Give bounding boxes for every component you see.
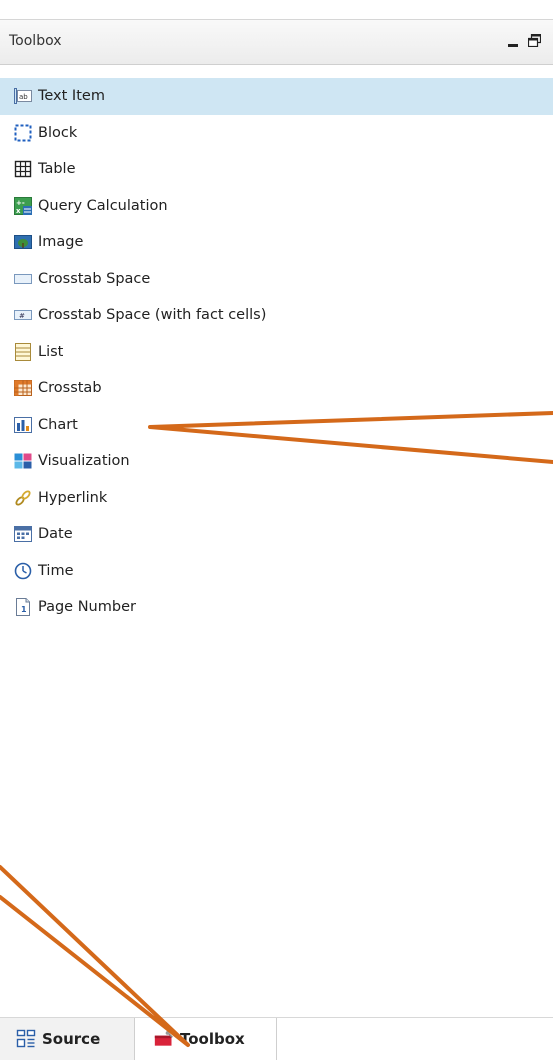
- tab-source-label: Source: [42, 1030, 101, 1048]
- toolbox-item-label: Crosstab Space (with fact cells): [38, 307, 267, 324]
- visualization-icon: [14, 452, 32, 470]
- toolbox-item-hyperlink[interactable]: Hyperlink: [0, 480, 553, 517]
- toolbox-item-label: Query Calculation: [38, 197, 168, 214]
- panel-header: Toolbox: [0, 20, 553, 65]
- table-icon: [14, 160, 32, 178]
- query-calculation-icon: +- x: [14, 196, 32, 215]
- toolbox-item-label: Text Item: [38, 88, 105, 105]
- crosstab-space-icon: [14, 270, 32, 288]
- chart-icon: [14, 416, 32, 434]
- source-icon: [16, 1029, 36, 1049]
- svg-text:x: x: [16, 207, 21, 215]
- panel-title: Toolbox: [9, 33, 62, 49]
- toolbox-item-label: Hyperlink: [38, 489, 108, 506]
- toolbox-item-crosstab[interactable]: Crosstab: [0, 370, 553, 407]
- toolbox-item-label: Time: [38, 562, 74, 579]
- toolbox-item-list: ab Text Item Block Table +- x Query Calc…: [0, 78, 553, 626]
- toolbox-item-label: Page Number: [38, 599, 136, 616]
- toolbox-item-table[interactable]: Table: [0, 151, 553, 188]
- date-icon: [14, 525, 32, 543]
- list-icon: [14, 342, 32, 361]
- toolbox-item-image[interactable]: Image: [0, 224, 553, 261]
- bottom-tab-bar: Source Toolbox: [0, 1017, 553, 1060]
- tab-toolbox[interactable]: Toolbox: [136, 1018, 277, 1060]
- toolbox-item-date[interactable]: Date: [0, 516, 553, 553]
- minimize-icon[interactable]: [504, 29, 522, 51]
- toolbox-item-label: Crosstab: [38, 380, 102, 397]
- toolbox-item-page-number[interactable]: 1 Page Number: [0, 589, 553, 626]
- toolbox-item-label: Visualization: [38, 453, 130, 470]
- svg-text:+-: +-: [16, 199, 25, 207]
- toolbox-item-label: Chart: [38, 416, 78, 433]
- page-number-icon: 1: [14, 598, 32, 617]
- toolbox-item-label: Image: [38, 234, 84, 251]
- toolbox-icon: [154, 1029, 174, 1049]
- toolbox-item-list[interactable]: List: [0, 334, 553, 371]
- tab-toolbox-label: Toolbox: [180, 1030, 245, 1048]
- time-icon: [14, 562, 32, 580]
- restore-icon[interactable]: [525, 29, 543, 51]
- toolbox-item-crosstab-space-fact-cells[interactable]: # Crosstab Space (with fact cells): [0, 297, 553, 334]
- toolbox-item-query-calculation[interactable]: +- x Query Calculation: [0, 188, 553, 225]
- toolbox-item-label: Date: [38, 526, 73, 543]
- toolbox-item-label: Crosstab Space: [38, 270, 151, 287]
- toolbox-item-chart[interactable]: Chart: [0, 407, 553, 444]
- hyperlink-icon: [14, 489, 32, 507]
- crosstab-space-fact-icon: #: [14, 306, 32, 324]
- block-icon: [14, 124, 32, 142]
- svg-text:#: #: [19, 312, 25, 320]
- top-strip: [0, 0, 553, 20]
- svg-text:1: 1: [21, 605, 27, 614]
- toolbox-item-visualization[interactable]: Visualization: [0, 443, 553, 480]
- text-item-icon: ab: [14, 87, 32, 105]
- toolbox-item-label: Block: [38, 124, 78, 141]
- toolbox-item-text-item[interactable]: ab Text Item: [0, 78, 553, 115]
- svg-text:ab: ab: [19, 93, 28, 101]
- crosstab-icon: [14, 379, 32, 397]
- toolbox-item-block[interactable]: Block: [0, 115, 553, 152]
- toolbox-window: Toolbox ab Text Item Block Table +- x Qu…: [0, 0, 553, 1060]
- image-icon: [14, 233, 32, 251]
- toolbox-item-crosstab-space[interactable]: Crosstab Space: [0, 261, 553, 298]
- toolbox-item-label: Table: [38, 161, 76, 178]
- toolbox-item-time[interactable]: Time: [0, 553, 553, 590]
- tab-source[interactable]: Source: [0, 1018, 135, 1060]
- toolbox-item-label: List: [38, 343, 64, 360]
